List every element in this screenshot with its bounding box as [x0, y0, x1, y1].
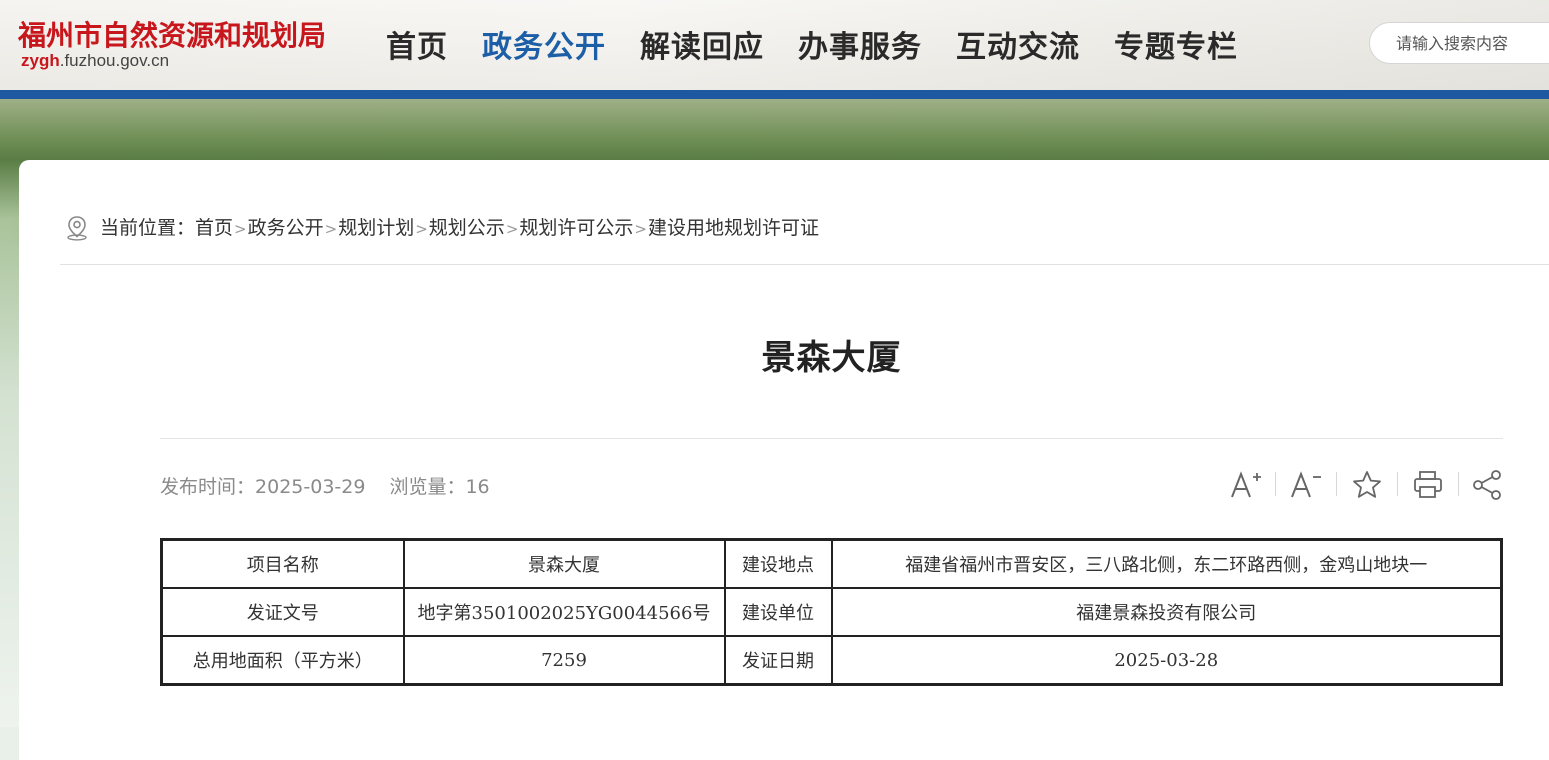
table-cell-value: 福建景森投资有限公司: [830, 587, 1503, 637]
table-row: 发证文号 地字第3501002025YG0044566号 建设单位 福建景森投资…: [160, 587, 1503, 637]
breadcrumb-gov-affairs[interactable]: 政务公开: [248, 217, 324, 239]
toolbar-divider: [1275, 472, 1276, 496]
breadcrumb-permit-notice[interactable]: 规划许可公示: [519, 217, 633, 239]
nav-item-home[interactable]: 首页: [386, 22, 448, 66]
breadcrumb-planning-plan[interactable]: 规划计划: [338, 217, 414, 239]
nav-item-interaction[interactable]: 互动交流: [956, 22, 1080, 66]
table-cell-label: 发证文号: [160, 587, 405, 637]
article-meta: 发布时间：2025-03-29 浏览量：16: [160, 472, 490, 499]
print-icon[interactable]: [1410, 468, 1446, 502]
share-icon[interactable]: [1469, 468, 1505, 502]
views-count: 16: [465, 476, 490, 498]
toolbar-divider: [1397, 472, 1398, 496]
breadcrumb-separator: >: [324, 220, 338, 238]
font-decrease-icon[interactable]: [1288, 468, 1324, 502]
table-cell-label: 发证日期: [723, 635, 833, 686]
nav-item-gov-affairs[interactable]: 政务公开: [482, 22, 606, 66]
site-url: zygh.fuzhou.gov.cn: [21, 51, 169, 71]
site-url-rest: .fuzhou.gov.cn: [59, 51, 170, 70]
breadcrumb-label: 当前位置：: [100, 217, 196, 239]
header-divider: [0, 90, 1549, 99]
main-nav: 首页 政务公开 解读回应 办事服务 互动交流 专题专栏: [386, 22, 1272, 66]
breadcrumb-home[interactable]: 首页: [195, 217, 233, 239]
breadcrumb: 当前位置：首页>政务公开>规划计划>规划公示>规划许可公示>建设用地规划许可证: [100, 213, 819, 240]
table-row: 项目名称 景森大厦 建设地点 福建省福州市晋安区，三八路北侧，东二环路西侧，金鸡…: [160, 538, 1503, 589]
search-input[interactable]: [1394, 23, 1549, 63]
font-increase-icon[interactable]: [1228, 468, 1264, 502]
table-cell-label: 项目名称: [160, 538, 405, 589]
views-label: 浏览量：: [389, 476, 466, 498]
nav-item-topics[interactable]: 专题专栏: [1114, 22, 1238, 66]
breadcrumb-separator: >: [415, 220, 428, 238]
breadcrumb-separator: >: [234, 220, 247, 238]
toolbar-divider: [1458, 472, 1459, 496]
breadcrumb-separator: >: [505, 220, 519, 238]
search-box: [1369, 22, 1549, 64]
breadcrumb-separator: >: [634, 220, 647, 238]
breadcrumb-planning-notice[interactable]: 规划公示: [429, 217, 505, 239]
publish-date: 2025-03-29: [255, 476, 366, 498]
table-cell-value: 7259: [402, 635, 726, 686]
star-icon[interactable]: [1349, 468, 1385, 502]
breadcrumb-land-permit[interactable]: 建设用地规划许可证: [648, 217, 819, 239]
nav-item-services[interactable]: 办事服务: [798, 22, 922, 66]
table-cell-value: 福建省福州市晋安区，三八路北侧，东二环路西侧，金鸡山地块一: [830, 538, 1503, 589]
toolbar-divider: [1336, 472, 1337, 496]
site-url-bold: zygh: [21, 51, 60, 70]
title-divider: [160, 438, 1503, 439]
table-cell-label: 建设单位: [723, 587, 833, 637]
breadcrumb-divider: [60, 264, 1549, 265]
table-cell-value: 2025-03-28: [830, 635, 1503, 686]
site-logo[interactable]: 福州市自然资源和规划局: [18, 14, 326, 54]
table-cell-value: 景森大厦: [402, 538, 726, 589]
table-row: 总用地面积（平方米） 7259 发证日期 2025-03-28: [160, 635, 1503, 686]
table-cell-label: 总用地面积（平方米）: [160, 635, 405, 686]
location-pin-icon: [67, 216, 87, 241]
table-cell-value: 地字第3501002025YG0044566号: [402, 587, 726, 637]
article-title: 景森大厦: [761, 338, 902, 378]
publish-label: 发布时间：: [160, 476, 256, 498]
table-cell-label: 建设地点: [723, 538, 833, 589]
permit-info-table: 项目名称 景森大厦 建设地点 福建省福州市晋安区，三八路北侧，东二环路西侧，金鸡…: [160, 538, 1503, 686]
nav-item-interpretation[interactable]: 解读回应: [640, 22, 764, 66]
